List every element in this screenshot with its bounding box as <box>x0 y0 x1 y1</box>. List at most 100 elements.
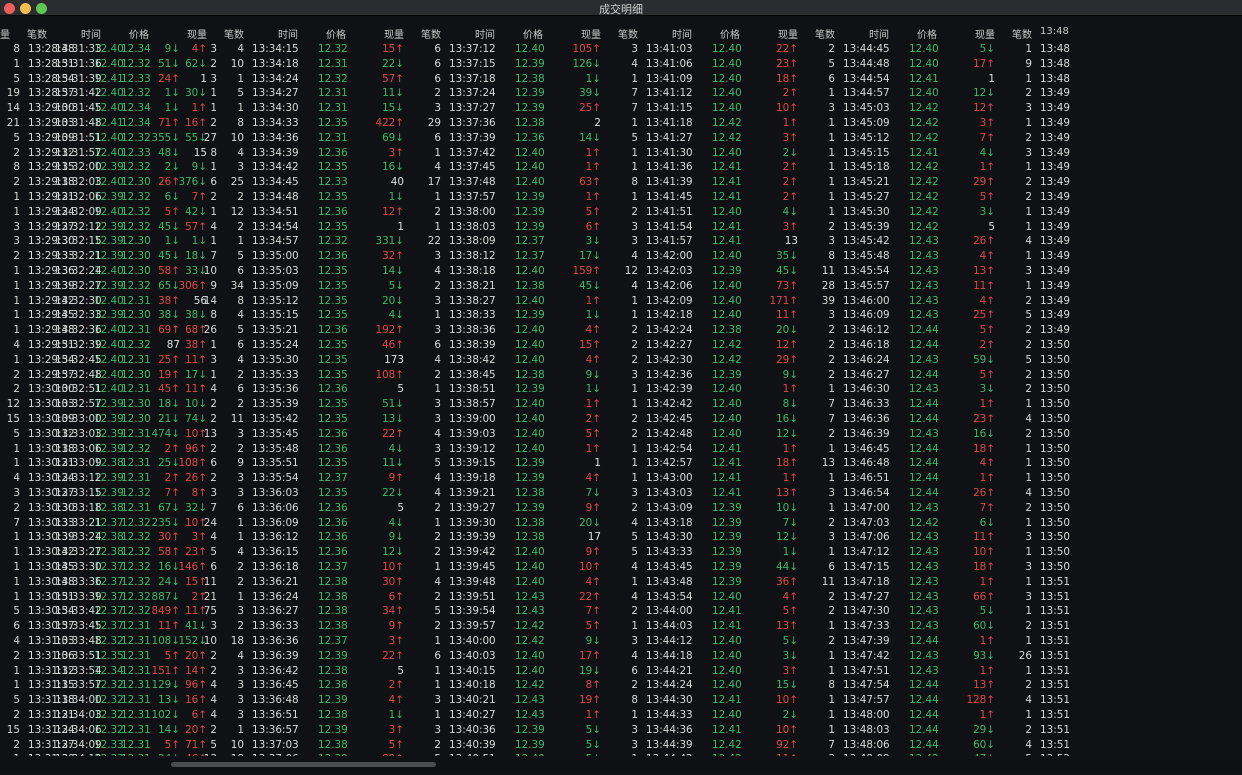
trade-count: 1 <box>237 590 244 603</box>
trade-time: 13:38:21 <box>449 279 496 292</box>
trade-time: 13:34:45 <box>252 176 299 189</box>
trade-time: 13:44:24 <box>646 679 693 692</box>
trade-time: 13:33:06 <box>55 442 102 455</box>
trade-count: 3 <box>1025 265 1032 277</box>
trade-time: 13:34:15 <box>252 43 299 55</box>
header-time[interactable]: 时间 <box>81 26 101 41</box>
header-count[interactable]: 笔数 <box>204 26 244 41</box>
header-price[interactable]: 价格 <box>917 26 937 41</box>
header-time[interactable]: 时间 <box>278 26 298 41</box>
header-price[interactable]: 价格 <box>523 26 543 41</box>
header-volume[interactable]: 现量 <box>167 26 207 41</box>
trade-time-partial: 13:49 <box>1040 324 1070 337</box>
header-price[interactable]: 价格 <box>326 26 346 41</box>
trade-time: 13:32:51 <box>55 383 102 396</box>
trade-count: 3 <box>1025 590 1032 603</box>
trade-count: 5 <box>13 72 20 85</box>
trade-count: 4 <box>13 635 20 647</box>
header-volume[interactable]: 现量 <box>955 26 995 41</box>
trade-detail-table[interactable]: 笔数时间价格现量笔数时间价格现量笔数时间价格现量笔数时间价格现量笔数时间价格现量… <box>0 26 1242 756</box>
header-price[interactable]: 价格 <box>129 26 149 41</box>
header-price[interactable]: 价格 <box>720 26 740 41</box>
header-count[interactable]: 笔数 <box>992 26 1032 41</box>
trade-count: 3 <box>237 694 244 707</box>
trade-time-partial: 13:51 <box>1040 605 1070 618</box>
header-time[interactable]: 时间 <box>869 26 889 41</box>
trade-time: 13:33:12 <box>55 472 102 485</box>
trade-time: 13:45:27 <box>843 191 890 203</box>
trade-time: 13:34:30 <box>252 102 299 115</box>
trade-time: 13:47:06 <box>843 531 890 544</box>
trade-count: 5 <box>631 531 638 544</box>
header-volume[interactable]: 现量 <box>758 26 798 41</box>
header-count[interactable]: 笔数 <box>598 26 638 41</box>
trade-time: 13:35:33 <box>252 368 299 381</box>
trade-time-partial: 13:48 <box>1040 43 1070 55</box>
trade-count: 22 <box>427 235 441 248</box>
header-count[interactable]: 笔数 <box>7 26 47 41</box>
trade-count: 1 <box>631 457 638 470</box>
trade-count: 3 <box>631 43 638 55</box>
header-volume[interactable]: 现量 <box>561 26 601 41</box>
trade-count: 19 <box>6 87 20 100</box>
trade-count: 4 <box>631 516 638 529</box>
trade-time: 13:32:30 <box>55 294 102 307</box>
trade-count: 10 <box>230 738 244 751</box>
trade-count: 1 <box>434 516 441 529</box>
trade-time: 13:46:45 <box>843 442 890 455</box>
trade-count: 3 <box>13 487 20 499</box>
trade-time: 13:48:09 <box>843 752 890 756</box>
trade-time: 13:40:36 <box>449 723 496 736</box>
trade-time: 13:38:18 <box>449 265 496 277</box>
trade-count: 6 <box>434 72 441 85</box>
trade-time: 13:35:21 <box>252 324 299 337</box>
trade-count: 4 <box>1025 694 1032 707</box>
trade-time: 13:32:21 <box>55 250 102 263</box>
trade-count: 3 <box>1025 146 1032 159</box>
trade-count: 1 <box>237 102 244 115</box>
trade-count: 2 <box>13 709 20 721</box>
trade-count: 6 <box>434 339 441 351</box>
trade-time: 13:31:36 <box>55 57 102 70</box>
trade-count: 2 <box>13 501 20 514</box>
trade-count: 1 <box>828 131 835 144</box>
trade-count: 2 <box>1025 324 1032 337</box>
trade-time: 13:35:48 <box>252 442 299 455</box>
trade-count: 1 <box>631 72 638 85</box>
trade-time: 13:35:51 <box>252 457 299 470</box>
trade-time: 13:33:48 <box>55 635 102 647</box>
trade-time: 13:46:51 <box>843 472 890 485</box>
trade-count: 29 <box>427 117 441 129</box>
trade-time: 13:39:27 <box>449 501 496 514</box>
table-header: 笔数时间价格现量笔数时间价格现量笔数时间价格现量笔数时间价格现量笔数时间价格现量… <box>0 26 1242 41</box>
trade-count: 6 <box>237 501 244 514</box>
trade-time: 13:34:42 <box>252 161 299 174</box>
trade-time-partial: 13:50 <box>1040 501 1070 514</box>
header-count[interactable]: 笔数 <box>401 26 441 41</box>
header-time[interactable]: 时间 <box>475 26 495 41</box>
header-count[interactable]: 笔数 <box>795 26 835 41</box>
trade-time: 13:45:03 <box>843 102 890 115</box>
trade-time-partial: 13:50 <box>1040 398 1070 411</box>
trade-time: 13:35:39 <box>252 398 299 411</box>
trade-time: 13:37:45 <box>449 161 496 174</box>
trade-count: 2 <box>828 605 835 618</box>
trade-count: 3 <box>775 752 835 756</box>
trade-time: 13:46:48 <box>843 457 890 470</box>
header-volume[interactable]: 现量 <box>364 26 404 41</box>
trade-count: 2 <box>631 427 638 440</box>
trade-time-partial: 13:49 <box>1040 131 1070 144</box>
trade-time: 13:47:12 <box>843 546 890 559</box>
trade-count: 7 <box>828 738 835 751</box>
header-time[interactable]: 时间 <box>672 26 692 41</box>
trade-count: 2 <box>434 87 441 100</box>
trade-count: 4 <box>237 546 244 559</box>
trade-time-partial: 13:49 <box>1040 250 1070 263</box>
trade-time: 13:31:33 <box>55 43 102 55</box>
trade-time: 13:32:06 <box>55 191 102 203</box>
scrollbar-thumb[interactable] <box>171 762 436 767</box>
trade-time: 13:36:42 <box>252 664 299 677</box>
trade-count: 3 <box>434 442 441 455</box>
trade-time: 13:41:54 <box>646 220 693 233</box>
trade-count: 2 <box>434 205 441 218</box>
